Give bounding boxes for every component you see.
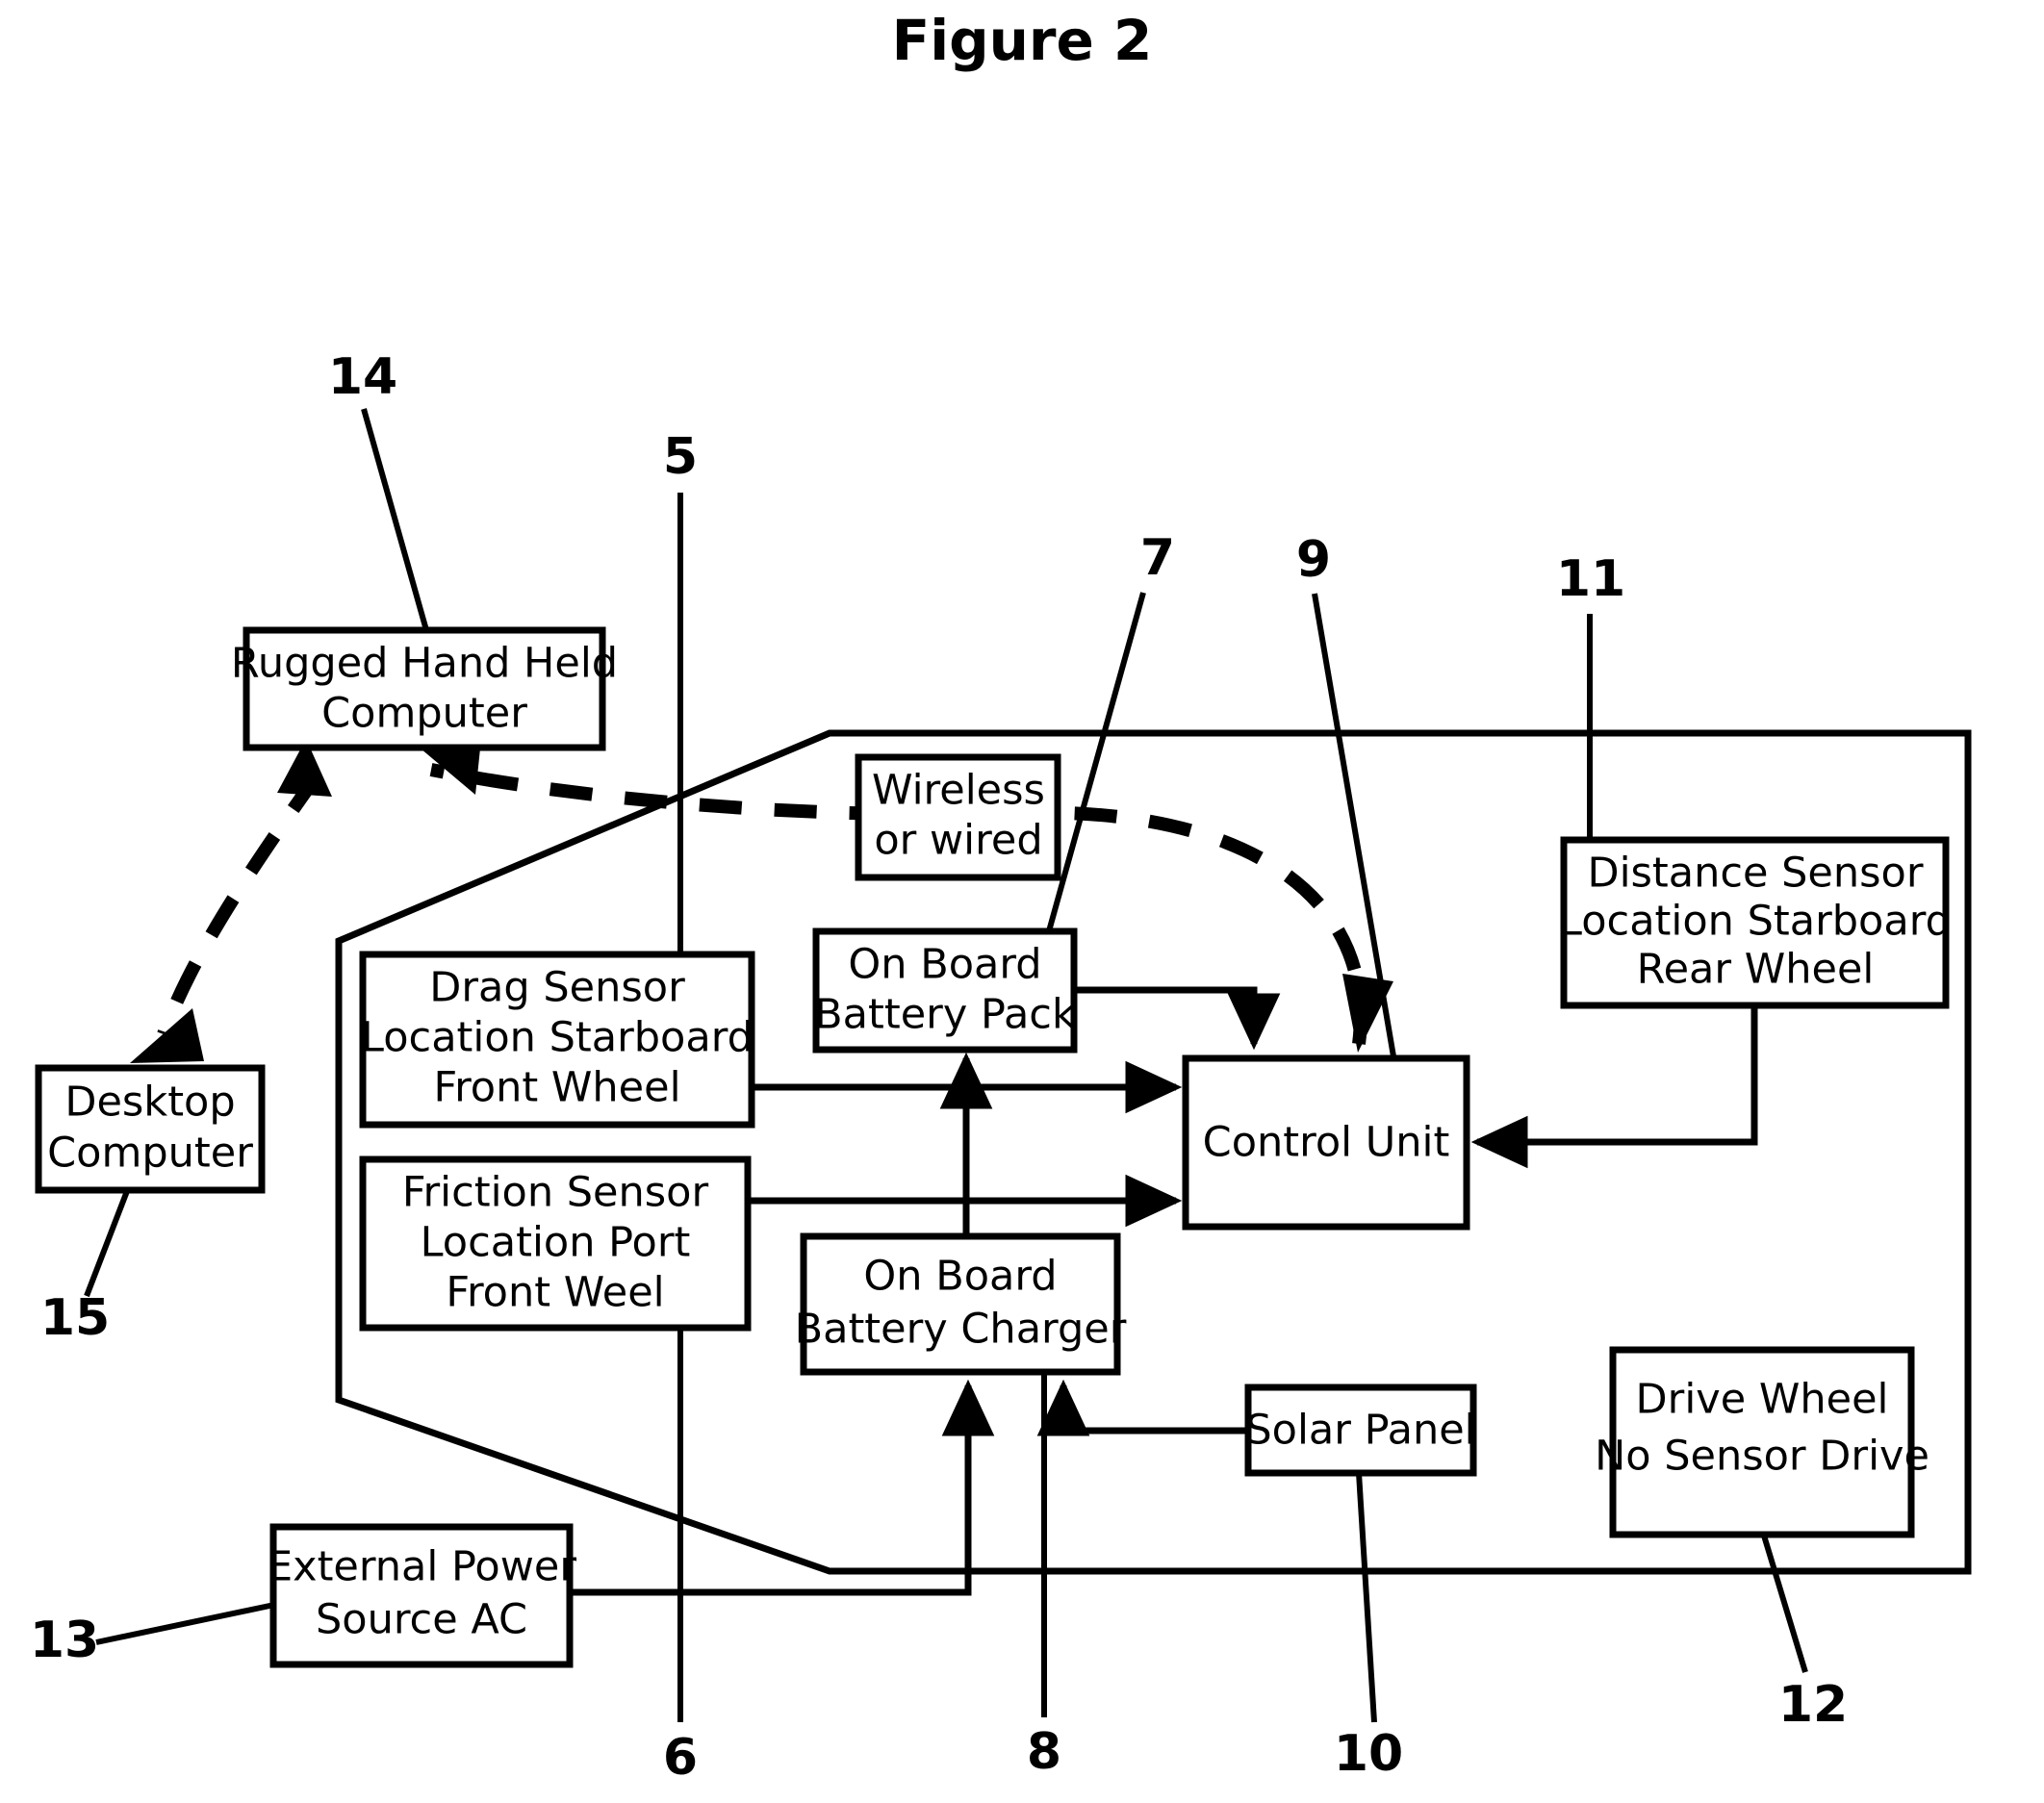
leader-14 bbox=[361, 408, 429, 631]
ref-numeral-11: 11 bbox=[1556, 550, 1625, 608]
ref-numeral-5: 5 bbox=[663, 428, 698, 486]
box-friction-sensor-line-2: Location Port bbox=[421, 1219, 691, 1267]
box-friction-sensor[interactable]: Friction Sensor Location Port Front Weel bbox=[359, 1155, 752, 1332]
box-external-power-source[interactable]: External Power Source AC bbox=[267, 1523, 576, 1668]
leader-15 bbox=[84, 1189, 130, 1298]
ref-numeral-15: 15 bbox=[40, 1289, 110, 1347]
box-on-board-battery-pack-line-2: Battery Pack bbox=[814, 991, 1076, 1039]
leader-7 bbox=[1044, 592, 1146, 939]
box-drive-wheel-line-1: Drive Wheel bbox=[1636, 1376, 1889, 1424]
box-drag-sensor-line-2: Location Starboard bbox=[361, 1014, 754, 1062]
box-solar-panel-line-1: Solar Panel bbox=[1245, 1407, 1475, 1455]
box-drag-sensor[interactable]: Drag Sensor Location Starboard Front Whe… bbox=[359, 951, 755, 1129]
ref-numeral-7: 7 bbox=[1140, 529, 1175, 587]
ref-numeral-13: 13 bbox=[30, 1612, 99, 1669]
leader-12 bbox=[1761, 1535, 1808, 1673]
leader-10 bbox=[1356, 1472, 1377, 1723]
ref-numeral-9: 9 bbox=[1296, 531, 1331, 589]
connector-battery-pack-to-control-unit bbox=[1074, 986, 1281, 1051]
box-rugged-hand-held-computer[interactable]: Rugged Hand Held Computer bbox=[231, 626, 618, 751]
box-distance-sensor-line-2: Location Starboard bbox=[1559, 898, 1952, 946]
box-wireless-or-wired[interactable]: Wireless or wired bbox=[855, 753, 1061, 881]
ref-numeral-12: 12 bbox=[1778, 1676, 1848, 1734]
wireless-link-arrowhead-desktop bbox=[130, 1008, 204, 1063]
box-external-power-source-line-2: Source AC bbox=[316, 1596, 527, 1644]
box-rugged-hand-held-computer-line-2: Computer bbox=[321, 690, 527, 738]
box-desktop-computer-line-1: Desktop bbox=[64, 1079, 235, 1127]
connector-distance-sensor-to-control-unit bbox=[1470, 1006, 1758, 1169]
figure-page: Figure 2 14 5 7 9 11 15 13 6 8 10 12 Rug… bbox=[0, 0, 2044, 1803]
box-rugged-hand-held-computer-line-1: Rugged Hand Held bbox=[231, 640, 618, 688]
box-friction-sensor-line-3: Front Weel bbox=[446, 1269, 664, 1317]
box-drive-wheel[interactable]: Drive Wheel No Sensor Drive bbox=[1595, 1346, 1929, 1538]
box-on-board-battery-charger-line-2: Battery Charger bbox=[795, 1306, 1127, 1354]
box-on-board-battery-pack[interactable]: On Board Battery Pack bbox=[812, 927, 1078, 1054]
box-on-board-battery-pack-line-1: On Board bbox=[848, 941, 1041, 989]
box-drag-sensor-line-1: Drag Sensor bbox=[429, 964, 685, 1012]
box-drag-sensor-line-3: Front Wheel bbox=[433, 1064, 680, 1112]
box-on-board-battery-charger[interactable]: On Board Battery Charger bbox=[795, 1232, 1127, 1376]
connector-external-power-to-battery-charger bbox=[570, 1379, 995, 1596]
ref-numeral-8: 8 bbox=[1027, 1723, 1061, 1781]
connector-solar-panel-to-battery-charger bbox=[1036, 1379, 1247, 1436]
box-control-unit[interactable]: Control Unit bbox=[1182, 1054, 1470, 1231]
box-distance-sensor-line-1: Distance Sensor bbox=[1587, 850, 1923, 898]
box-on-board-battery-charger-line-1: On Board bbox=[863, 1253, 1057, 1301]
box-distance-sensor[interactable]: Distance Sensor Location Starboard Rear … bbox=[1559, 836, 1952, 1009]
leader-13 bbox=[95, 1602, 275, 1645]
box-drive-wheel-line-2: No Sensor Drive bbox=[1595, 1433, 1929, 1481]
box-desktop-computer-line-2: Computer bbox=[47, 1130, 253, 1178]
patent-diagram: 14 5 7 9 11 15 13 6 8 10 12 Rugged Hand … bbox=[30, 348, 1972, 1787]
box-external-power-source-line-1: External Power bbox=[267, 1543, 576, 1591]
box-wireless-or-wired-line-1: Wireless bbox=[872, 767, 1045, 815]
ref-numeral-14: 14 bbox=[328, 348, 397, 406]
box-wireless-or-wired-line-2: or wired bbox=[874, 817, 1042, 865]
ref-numeral-6: 6 bbox=[663, 1729, 698, 1787]
box-friction-sensor-line-1: Friction Sensor bbox=[402, 1169, 709, 1217]
box-desktop-computer[interactable]: Desktop Computer bbox=[35, 1064, 266, 1194]
box-control-unit-line-1: Control Unit bbox=[1203, 1119, 1450, 1167]
box-solar-panel[interactable]: Solar Panel bbox=[1244, 1384, 1477, 1477]
ref-numeral-10: 10 bbox=[1334, 1725, 1403, 1783]
box-distance-sensor-line-3: Rear Wheel bbox=[1637, 946, 1875, 994]
wireless-link-handheld-to-desktop bbox=[157, 770, 323, 1037]
